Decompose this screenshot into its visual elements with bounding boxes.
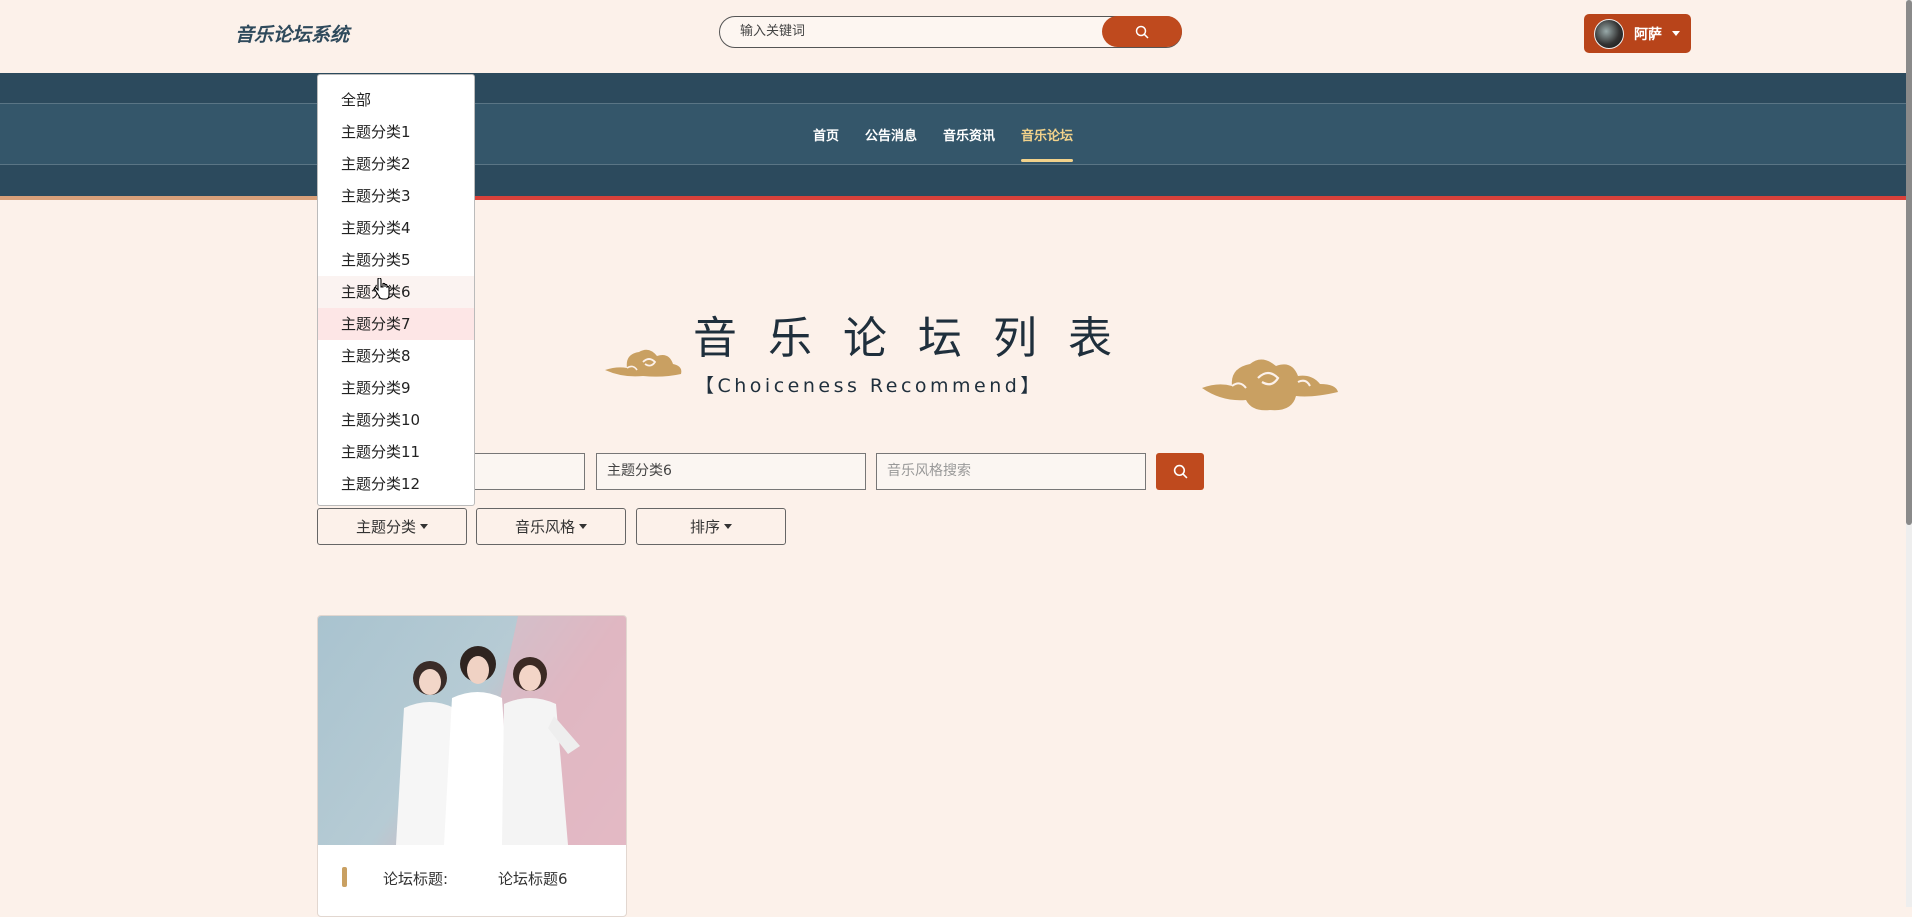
filter-search-button[interactable] [1156, 453, 1204, 490]
forum-card[interactable]: 论坛标题: 论坛标题6 [317, 615, 627, 917]
page-subtitle: 【Choiceness Recommend】 [695, 375, 1043, 397]
menu-item-category-8[interactable]: 主题分类8 [318, 340, 474, 372]
header-search-button[interactable] [1102, 16, 1182, 47]
menu-item-category-11[interactable]: 主题分类11 [318, 436, 474, 468]
style-search-field[interactable]: 音乐风格搜索 [876, 453, 1146, 490]
page-title: 音乐论坛列表 [693, 313, 1143, 364]
menu-item-category-9[interactable]: 主题分类9 [318, 372, 474, 404]
nav-item-music-news[interactable]: 音乐资讯 [930, 125, 1008, 144]
pointer-cursor-icon [373, 278, 390, 300]
chevron-down-icon [724, 524, 732, 529]
header-search-input[interactable] [740, 17, 1090, 46]
chevron-down-icon [579, 524, 587, 529]
user-menu-button[interactable]: 阿萨 [1584, 14, 1691, 53]
chevron-down-icon [420, 524, 428, 529]
menu-item-category-10[interactable]: 主题分类10 [318, 404, 474, 436]
avatar [1594, 18, 1624, 49]
page-scrollbar[interactable] [1906, 0, 1912, 907]
nav-item-announcements[interactable]: 公告消息 [852, 125, 930, 144]
menu-item-category-5[interactable]: 主题分类5 [318, 244, 474, 276]
menu-item-category-2[interactable]: 主题分类2 [318, 148, 474, 180]
site-logo[interactable]: 音乐论坛系统 [235, 20, 349, 47]
sort-dropdown-label: 排序 [689, 518, 720, 536]
nav-item-home[interactable]: 首页 [800, 125, 852, 144]
sort-dropdown-button[interactable]: 排序 [636, 508, 786, 545]
forum-card-meta: 论坛标题: 论坛标题6 [318, 856, 626, 896]
menu-item-category-1[interactable]: 主题分类1 [318, 116, 474, 148]
style-dropdown-button[interactable]: 音乐风格 [476, 508, 626, 545]
menu-item-category-6[interactable]: 主题分类6 [318, 276, 474, 308]
nav-item-music-forum[interactable]: 音乐论坛 [1008, 125, 1086, 162]
card-photo [396, 616, 626, 845]
cloud-icon [1202, 359, 1338, 411]
search-icon [1135, 25, 1149, 39]
main-nav: 首页 公告消息 音乐资讯 音乐论坛 [0, 73, 1906, 200]
menu-item-category-4[interactable]: 主题分类4 [318, 212, 474, 244]
menu-item-category-3[interactable]: 主题分类3 [318, 180, 474, 212]
nav-divider [0, 196, 1906, 200]
category-dropdown-menu: 全部 主题分类1 主题分类2 主题分类3 主题分类4 主题分类5 主题分类6 主… [317, 74, 475, 506]
category-dropdown-label: 主题分类 [355, 518, 416, 536]
user-name: 阿萨 [1634, 26, 1662, 43]
menu-item-all[interactable]: 全部 [318, 84, 474, 116]
cloud-icon [605, 349, 682, 377]
category-dropdown-button[interactable]: 主题分类 [317, 508, 467, 545]
header-search [719, 16, 1182, 48]
menu-item-category-7[interactable]: 主题分类7 [318, 308, 474, 340]
menu-item-category-12[interactable]: 主题分类12 [318, 468, 474, 500]
scrollbar-thumb[interactable] [1906, 0, 1912, 525]
chevron-down-icon [1672, 31, 1680, 36]
forum-card-image[interactable] [318, 616, 626, 845]
top-header: 音乐论坛系统 阿萨 [0, 0, 1906, 73]
meta-accent-bar [342, 867, 347, 887]
search-icon [1173, 464, 1187, 479]
forum-title-label: 论坛标题: [383, 870, 449, 888]
nav-items: 首页 公告消息 音乐资讯 音乐论坛 [800, 125, 1086, 162]
category-search-field[interactable]: 主题分类6 [596, 453, 866, 490]
style-dropdown-label: 音乐风格 [514, 518, 575, 536]
forum-title-value: 论坛标题6 [498, 870, 568, 888]
